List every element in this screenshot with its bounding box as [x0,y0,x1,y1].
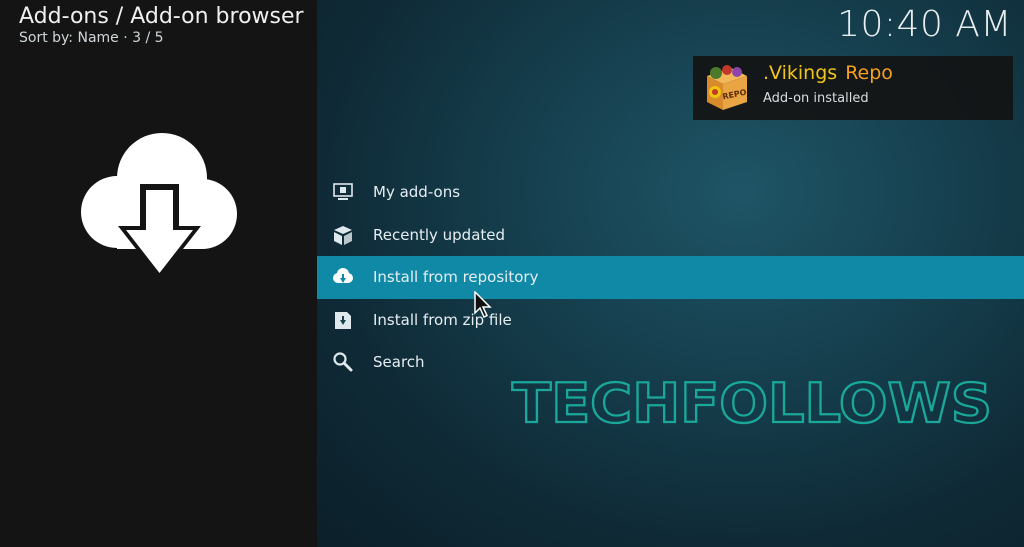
open-box-icon [334,225,352,245]
cloud-download-icon [81,133,237,279]
zip-file-icon [335,311,351,329]
watermark-text: TECHFOLLOWS [512,372,992,432]
cloud-download-icon [333,268,353,284]
menu-item-my-addons[interactable]: My add-ons [317,171,1024,214]
menu-item-install-from-repository[interactable]: Install from repository [317,256,1024,299]
sort-status: Sort by: Name · 3 / 5 [19,30,164,46]
notification-title: .Vikings Repo [763,62,893,84]
notification-toast: REPO .Vikings Repo Add-on installed [693,56,1013,120]
monitor-addon-icon [333,183,353,201]
techfollows-watermark: TECHFOLLOWS [511,372,993,432]
menu-item-install-from-zip[interactable]: Install from zip file [317,299,1024,342]
mouse-cursor-icon [474,291,492,319]
menu-item-recently-updated[interactable]: Recently updated [317,214,1024,257]
addon-menu: My add-ons Recently updated Install from… [317,171,1024,384]
page-title: Add-ons / Add-on browser [19,4,304,29]
search-icon [333,352,353,372]
notification-message: Add-on installed [763,91,869,106]
left-panel: Add-ons / Add-on browser Sort by: Name ·… [0,0,317,547]
repo-box-icon: REPO [707,65,747,110]
clock: 10:40 AM [837,4,1012,45]
